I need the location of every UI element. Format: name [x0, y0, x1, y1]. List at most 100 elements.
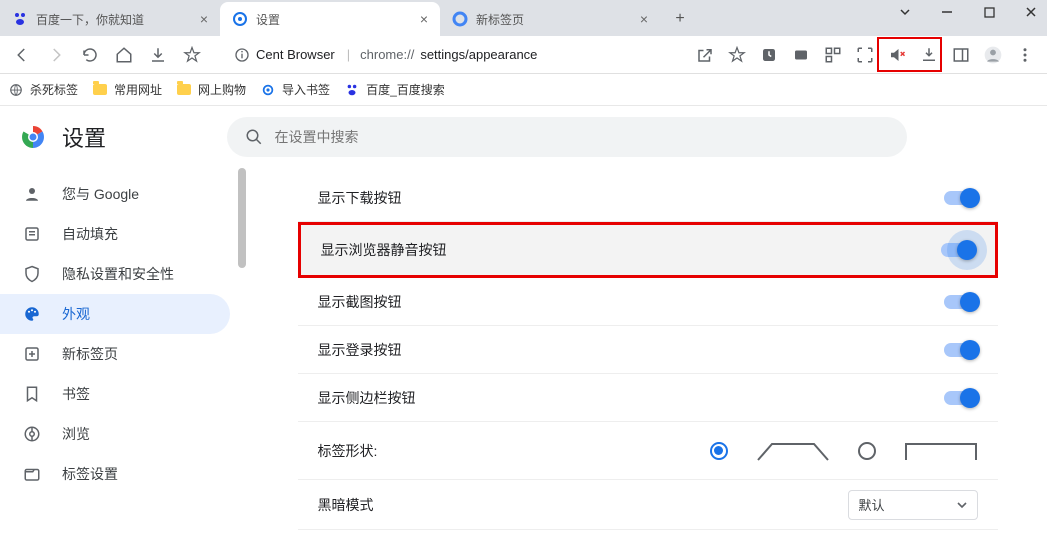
sidepanel-icon[interactable] — [947, 41, 975, 69]
toggle-switch[interactable] — [944, 191, 978, 205]
url-host: chrome:// — [360, 47, 414, 62]
browse-icon — [22, 424, 42, 444]
autofill-icon — [22, 224, 42, 244]
bookmark-label: 导入书签 — [282, 81, 330, 98]
bookmark-item[interactable]: 百度_百度搜索 — [344, 81, 445, 98]
close-window-icon[interactable] — [1019, 0, 1043, 24]
toggle-switch[interactable] — [944, 391, 978, 405]
darkmode-select[interactable]: 默认 — [848, 490, 978, 520]
tabshape-rect-icon — [904, 440, 978, 462]
sidebar-item-newtab[interactable]: 新标签页 — [0, 334, 230, 374]
sidebar-item-browse[interactable]: 浏览 — [0, 414, 230, 454]
tab-baidu[interactable]: 百度一下，你就知道 × — [0, 2, 220, 36]
close-icon[interactable]: × — [196, 11, 212, 27]
tab-title: 新标签页 — [476, 11, 636, 28]
tab-settings[interactable]: 设置 × — [220, 2, 440, 36]
baidu-icon — [344, 82, 360, 98]
profile-icon[interactable] — [979, 41, 1007, 69]
toolbar-right — [691, 41, 1039, 69]
qr-icon[interactable] — [819, 41, 847, 69]
toggle-switch[interactable] — [944, 343, 978, 357]
search-input[interactable] — [275, 129, 889, 145]
bookmark-icon — [22, 384, 42, 404]
sidebar-item-bookmarks[interactable]: 书签 — [0, 374, 230, 414]
download-tray-icon[interactable] — [915, 41, 943, 69]
sidebar-item-you-and-google[interactable]: 您与 Google — [0, 174, 230, 214]
sidebar-item-tabs[interactable]: 标签设置 — [0, 454, 230, 494]
sidebar-label: 新标签页 — [62, 344, 118, 364]
tabshape-trapezoid-icon — [756, 440, 830, 462]
tab-title: 百度一下，你就知道 — [36, 11, 196, 28]
settings-header: 设置 — [0, 106, 1047, 168]
settings-sidebar: 您与 Google 自动填充 隐私设置和安全性 外观 新标签页 书签 — [0, 168, 248, 538]
sidebar-item-autofill[interactable]: 自动填充 — [0, 214, 230, 254]
bookmark-label: 百度_百度搜索 — [366, 81, 445, 98]
bookmarks-bar: 杀死标签 常用网址 网上购物 导入书签 百度_百度搜索 — [0, 74, 1047, 106]
info-icon — [234, 47, 250, 63]
setting-row-sidebar-button: 显示侧边栏按钮 — [298, 374, 998, 422]
bookmark-star-icon[interactable] — [723, 41, 751, 69]
site-label: Cent Browser — [256, 47, 335, 62]
sidebar-label: 浏览 — [62, 424, 90, 444]
settings-main: 显示下载按钮 显示浏览器静音按钮 显示截图按钮 显示登录按钮 显示侧边栏按钮 — [248, 168, 1047, 538]
radio-tabshape-trapezoid[interactable] — [710, 442, 728, 460]
bookmark-item[interactable]: 常用网址 — [92, 81, 162, 98]
tab-title: 设置 — [256, 11, 416, 28]
tab-newtab[interactable]: 新标签页 × — [440, 2, 660, 36]
home-button[interactable] — [110, 41, 138, 69]
menu-icon[interactable] — [1011, 41, 1039, 69]
shield-extension-icon[interactable] — [755, 41, 783, 69]
sidebar-item-privacy[interactable]: 隐私设置和安全性 — [0, 254, 230, 294]
forward-button[interactable] — [42, 41, 70, 69]
shield-icon — [22, 264, 42, 284]
bookmark-item[interactable]: 杀死标签 — [8, 81, 78, 98]
setting-label: 显示截图按钮 — [318, 292, 402, 312]
setting-row-tabshape: 标签形状: — [298, 422, 998, 480]
setting-row-login-button: 显示登录按钮 — [298, 326, 998, 374]
person-icon — [22, 184, 42, 204]
address-bar[interactable]: Cent Browser | chrome://settings/appeara… — [220, 40, 677, 70]
setting-label: 显示登录按钮 — [318, 340, 402, 360]
share-icon[interactable] — [691, 41, 719, 69]
maximize-icon[interactable] — [977, 0, 1001, 24]
folder-icon — [176, 82, 192, 98]
gear-icon — [260, 82, 276, 98]
mute-icon[interactable] — [883, 41, 911, 69]
reload-button[interactable] — [76, 41, 104, 69]
download-button[interactable] — [144, 41, 172, 69]
new-tab-button[interactable]: + — [666, 5, 694, 33]
setting-row-fontsize: 字号 中 (推荐) — [298, 530, 998, 538]
radio-tabshape-rect[interactable] — [858, 442, 876, 460]
bookmark-label: 网上购物 — [198, 81, 246, 98]
minimize-icon[interactable] — [935, 0, 959, 24]
close-icon[interactable]: × — [416, 11, 432, 27]
toggle-switch[interactable] — [941, 243, 975, 257]
globe-icon — [8, 82, 24, 98]
sidebar-label: 标签设置 — [62, 464, 118, 484]
sidebar-label: 自动填充 — [62, 224, 118, 244]
gear-icon — [232, 11, 248, 27]
url-path: settings/appearance — [420, 47, 537, 62]
chevron-down-icon[interactable] — [893, 0, 917, 24]
setting-label: 显示下载按钮 — [318, 188, 402, 208]
setting-label: 显示侧边栏按钮 — [318, 388, 416, 408]
back-button[interactable] — [8, 41, 36, 69]
setting-row-mute-button: 显示浏览器静音按钮 — [298, 222, 998, 278]
close-icon[interactable]: × — [636, 11, 652, 27]
search-icon — [245, 128, 263, 146]
settings-logo-icon — [20, 124, 46, 150]
settings-search[interactable] — [227, 117, 907, 157]
setting-label: 黑暗模式 — [318, 495, 374, 515]
bookmark-label: 杀死标签 — [30, 81, 78, 98]
titlebar: 百度一下，你就知道 × 设置 × 新标签页 × + — [0, 0, 1047, 36]
setting-label: 标签形状: — [318, 441, 378, 461]
extension-icon[interactable] — [787, 41, 815, 69]
screenshot-icon[interactable] — [851, 41, 879, 69]
folder-icon — [92, 82, 108, 98]
bookmark-item[interactable]: 导入书签 — [260, 81, 330, 98]
star-outline-icon[interactable] — [178, 41, 206, 69]
toggle-switch[interactable] — [944, 295, 978, 309]
sidebar-label: 书签 — [62, 384, 90, 404]
bookmark-item[interactable]: 网上购物 — [176, 81, 246, 98]
sidebar-item-appearance[interactable]: 外观 — [0, 294, 230, 334]
